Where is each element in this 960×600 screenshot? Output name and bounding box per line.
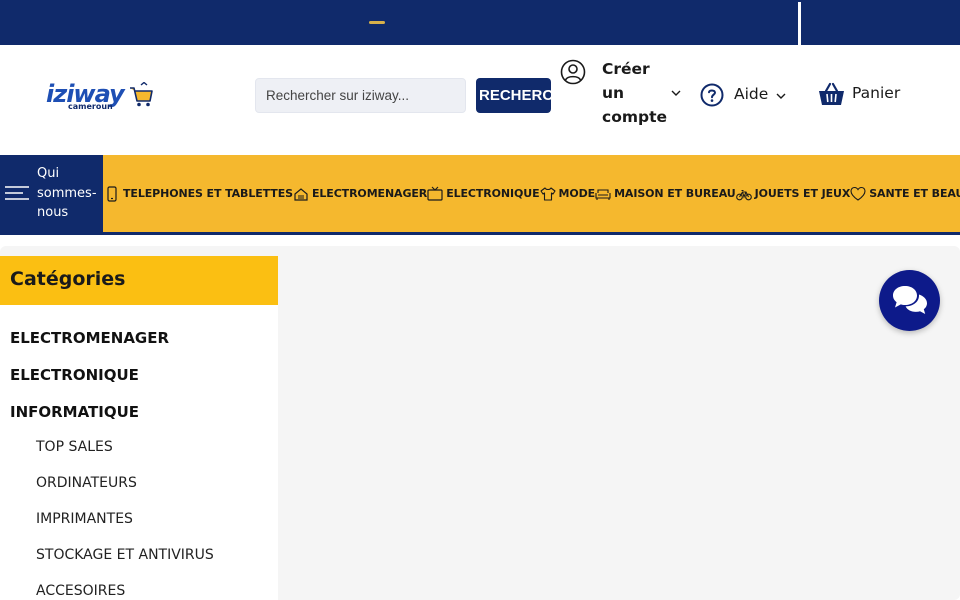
category-informatique[interactable]: INFORMATIQUE (10, 403, 139, 421)
nav-item-label: JOUETS ET JEUX (754, 187, 851, 200)
nav-item-telephones[interactable]: TELEPHONES ET TABLETTES (104, 182, 293, 206)
subcategory-stockage[interactable]: STOCKAGE ET ANTIVIRUS (36, 547, 214, 563)
subcategory-ordinateurs[interactable]: ORDINATEURS (36, 475, 137, 491)
categories-sidebar: Catégories ELECTROMENAGER ELECTRONIQUE I… (0, 256, 278, 600)
nav-item-sante[interactable]: SANTE ET BEAUTE (850, 182, 960, 206)
logo-subtitle: cameroun (68, 102, 113, 111)
nav-item-label: MODE (558, 187, 596, 200)
help-menu[interactable]: Aide (698, 82, 790, 110)
basket-icon (819, 82, 844, 105)
heart-icon (850, 186, 866, 201)
banner-decoration (369, 21, 385, 24)
cart-label: Panier (852, 84, 901, 102)
category-electronique[interactable]: ELECTRONIQUE (10, 366, 139, 384)
sofa-icon (595, 188, 611, 200)
nav-item-label: MAISON ET BUREAU (614, 187, 736, 200)
help-icon (700, 83, 724, 107)
chevron-down-icon (671, 90, 681, 96)
subcategory-imprimantes[interactable]: IMPRIMANTES (36, 511, 133, 527)
categories-title: Catégories (10, 268, 126, 290)
site-header: iziway cameroun RECHERCHER Créer un comp… (0, 45, 960, 155)
subcategory-top-sales[interactable]: TOP SALES (36, 439, 113, 455)
category-navbar: Qui sommes-nous TELEPHONES ET TABLETTES … (0, 155, 960, 235)
chat-button[interactable] (879, 270, 940, 331)
search-button[interactable]: RECHERCHER (476, 78, 551, 113)
nav-item-maison[interactable]: MAISON ET BUREAU (595, 182, 736, 206)
nav-item-mode[interactable]: MODE (539, 182, 596, 206)
who-are-we-menu[interactable]: Qui sommes-nous (0, 155, 103, 232)
category-electromenager[interactable]: ELECTROMENAGER (10, 329, 169, 347)
nav-item-label: SANTE ET BEAUTE (869, 187, 960, 200)
user-icon (560, 59, 586, 85)
help-label: Aide (734, 85, 769, 103)
nav-item-electronique[interactable]: ELECTRONIQUE (427, 182, 540, 206)
tv-icon (427, 186, 443, 201)
search-input[interactable] (255, 78, 466, 113)
subcategory-accesoires[interactable]: ACCESOIRES (36, 583, 125, 599)
appliance-icon (294, 187, 308, 201)
nav-item-label: ELECTRONIQUE (446, 187, 540, 200)
chevron-down-icon (776, 93, 786, 99)
menu-icon (5, 186, 29, 200)
nav-items: TELEPHONES ET TABLETTES ELECTROMENAGER E… (104, 155, 960, 232)
iziway-logo[interactable]: iziway cameroun (46, 80, 156, 116)
nav-item-electromenager[interactable]: ELECTROMENAGER (293, 182, 427, 206)
categories-header: Catégories (0, 256, 278, 305)
create-account-menu[interactable]: Créer un compte (560, 57, 686, 133)
who-are-we-label: Qui sommes-nous (37, 166, 97, 220)
nav-item-label: TELEPHONES ET TABLETTES (123, 187, 293, 200)
logo-basket-icon (130, 82, 153, 107)
phone-icon (107, 185, 117, 202)
nav-item-label: ELECTROMENAGER (311, 187, 428, 200)
create-account-label: Créer un compte (602, 60, 668, 126)
nav-item-jouets[interactable]: JOUETS ET JEUX (735, 182, 851, 206)
top-banner (0, 0, 960, 45)
cart-button[interactable]: Panier (818, 81, 918, 109)
shirt-icon (539, 186, 556, 201)
chat-bubbles-icon (893, 286, 927, 314)
bike-icon (735, 189, 752, 200)
banner-divider (798, 2, 801, 45)
